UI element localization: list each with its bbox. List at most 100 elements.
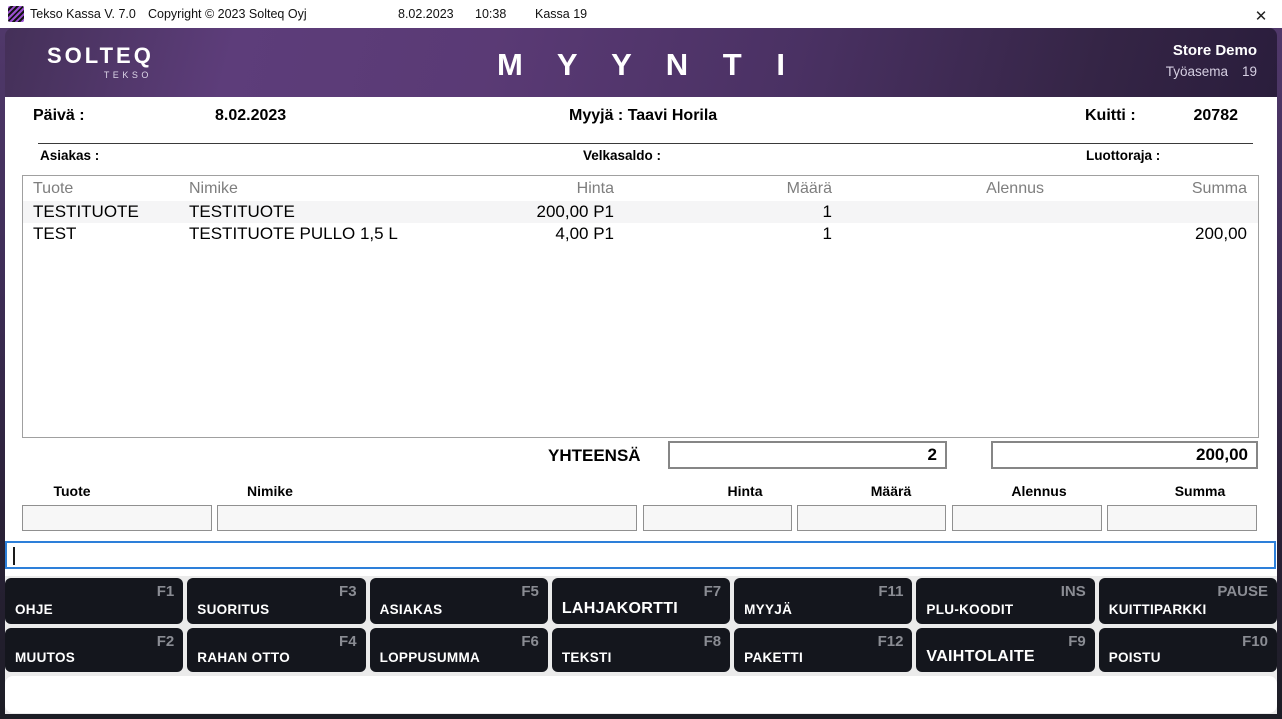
paketti-button[interactable]: PAKETTI F12	[734, 628, 912, 672]
button-label: TEKSTI	[562, 650, 612, 665]
entry-input-tuote[interactable]	[22, 505, 212, 531]
entry-label-hinta: Hinta	[675, 483, 815, 499]
workstation-label: Työasema	[1166, 64, 1228, 79]
button-label: LAHJAKORTTI	[562, 600, 678, 618]
button-label: RAHAN OTTO	[197, 650, 290, 665]
function-button-area: OHJE F1 SUORITUS F3 ASIAKAS F5 LAHJAKORT…	[5, 576, 1277, 714]
plu-koodit-button[interactable]: PLU-KOODIT INS	[916, 578, 1094, 624]
button-key-label: F1	[157, 583, 175, 600]
muutos-button[interactable]: MUUTOS F2	[5, 628, 183, 672]
button-key-label: PAUSE	[1217, 583, 1268, 600]
button-label: MUUTOS	[15, 650, 75, 665]
entry-label-summa: Summa	[1130, 483, 1270, 499]
copyright-text: Copyright © 2023 Solteq Oyj	[148, 7, 307, 21]
col-header-summa: Summa	[1049, 180, 1258, 198]
receipt-number: 20782	[1125, 107, 1238, 125]
entry-label-alennus: Alennus	[969, 483, 1109, 499]
app-header: SOLTEQ TEKSO M Y Y N T I Store Demo Työa…	[5, 28, 1277, 97]
app-icon	[8, 6, 24, 22]
total-label: YHTEENSÄ	[548, 446, 641, 466]
table-row[interactable]: TESTITUOTE TESTITUOTE 200,00 P1 1	[23, 201, 1258, 223]
titlebar: Tekso Kassa V. 7.0 Copyright © 2023 Solt…	[0, 0, 1282, 28]
window-title: Tekso Kassa V. 7.0	[30, 7, 136, 21]
button-label: VAIHTOLAITE	[926, 648, 1035, 666]
cell-maara: 1	[619, 224, 837, 244]
text-caret	[13, 547, 15, 565]
button-label: KUITTIPARKKI	[1109, 602, 1207, 617]
cell-nimike: TESTITUOTE	[189, 202, 469, 222]
cell-tuote: TESTITUOTE	[23, 202, 189, 222]
poistu-button[interactable]: POISTU F10	[1099, 628, 1277, 672]
button-row-2: MUUTOS F2 RAHAN OTTO F4 LOPPUSUMMA F6 TE…	[5, 628, 1277, 672]
entry-input-nimike[interactable]	[217, 505, 637, 531]
divider-line	[38, 143, 1253, 144]
button-key-label: F4	[339, 633, 357, 650]
seller-text: Myyjä : Taavi Horila	[569, 107, 717, 125]
button-row-1: OHJE F1 SUORITUS F3 ASIAKAS F5 LAHJAKORT…	[5, 578, 1277, 624]
main-area: Päivä : 8.02.2023 Myyjä : Taavi Horila K…	[5, 97, 1277, 576]
button-key-label: F5	[521, 583, 539, 600]
button-label: POISTU	[1109, 650, 1161, 665]
button-key-label: F7	[704, 583, 722, 600]
button-label: LOPPUSUMMA	[380, 650, 481, 665]
entry-input-alennus[interactable]	[952, 505, 1102, 531]
button-label: OHJE	[15, 602, 53, 617]
date-label: Päivä :	[33, 107, 85, 125]
col-header-alennus: Alennus	[837, 180, 1049, 198]
button-label: MYYJÄ	[744, 602, 792, 617]
titlebar-time: 10:38	[475, 7, 506, 21]
col-header-nimike: Nimike	[189, 180, 469, 198]
credit-limit-label: Luottoraja :	[1086, 148, 1160, 163]
table-row[interactable]: TEST TESTITUOTE PULLO 1,5 L 4,00 P1 1 20…	[23, 223, 1258, 245]
entry-label-nimike: Nimike	[200, 483, 340, 499]
button-key-label: F10	[1242, 633, 1268, 650]
entry-label-maara: Määrä	[821, 483, 961, 499]
loppusumma-button[interactable]: LOPPUSUMMA F6	[370, 628, 548, 672]
close-icon[interactable]: ✕	[1250, 7, 1272, 27]
button-key-label: F2	[157, 633, 175, 650]
rahan-otto-button[interactable]: RAHAN OTTO F4	[187, 628, 365, 672]
button-label: ASIAKAS	[380, 602, 443, 617]
button-label: PAKETTI	[744, 650, 803, 665]
customer-label: Asiakas :	[40, 148, 99, 163]
store-name: Store Demo	[1166, 42, 1257, 59]
workstation-number: 19	[1242, 64, 1257, 79]
button-label: PLU-KOODIT	[926, 602, 1013, 617]
col-header-hinta: Hinta	[469, 180, 619, 198]
total-quantity-field: 2	[668, 441, 947, 469]
button-key-label: F3	[339, 583, 357, 600]
vaihtolaite-button[interactable]: VAIHTOLAITE F9	[916, 628, 1094, 672]
page-title: M Y Y N T I	[5, 47, 1277, 83]
button-key-label: INS	[1061, 583, 1086, 600]
debt-balance-label: Velkasaldo :	[583, 148, 661, 163]
entry-input-summa[interactable]	[1107, 505, 1257, 531]
teksti-button[interactable]: TEKSTI F8	[552, 628, 730, 672]
cell-maara: 1	[619, 202, 837, 222]
titlebar-register: Kassa 19	[535, 7, 587, 21]
myyja-button[interactable]: MYYJÄ F11	[734, 578, 912, 624]
entry-input-hinta[interactable]	[643, 505, 792, 531]
app-window: Tekso Kassa V. 7.0 Copyright © 2023 Solt…	[0, 0, 1282, 719]
date-value: 8.02.2023	[215, 107, 286, 125]
status-bar	[5, 676, 1277, 713]
cell-hinta: 200,00 P1	[469, 202, 619, 222]
cell-nimike: TESTITUOTE PULLO 1,5 L	[189, 224, 469, 244]
button-key-label: F12	[878, 633, 904, 650]
kuittiparkki-button[interactable]: KUITTIPARKKI PAUSE	[1099, 578, 1277, 624]
cell-summa: 200,00	[1049, 224, 1258, 244]
button-key-label: F8	[704, 633, 722, 650]
asiakas-button[interactable]: ASIAKAS F5	[370, 578, 548, 624]
ohje-button[interactable]: OHJE F1	[5, 578, 183, 624]
button-label: SUORITUS	[197, 602, 269, 617]
suoritus-button[interactable]: SUORITUS F3	[187, 578, 365, 624]
total-sum-field: 200,00	[991, 441, 1258, 469]
store-info: Store Demo Työasema 19	[1166, 42, 1257, 79]
lahjakortti-button[interactable]: LAHJAKORTTI F7	[552, 578, 730, 624]
command-input[interactable]	[5, 541, 1276, 569]
entry-label-tuote: Tuote	[2, 483, 142, 499]
table-header: Tuote Nimike Hinta Määrä Alennus Summa	[23, 176, 1258, 201]
button-key-label: F6	[521, 633, 539, 650]
cell-tuote: TEST	[23, 224, 189, 244]
entry-input-maara[interactable]	[797, 505, 946, 531]
cell-hinta: 4,00 P1	[469, 224, 619, 244]
